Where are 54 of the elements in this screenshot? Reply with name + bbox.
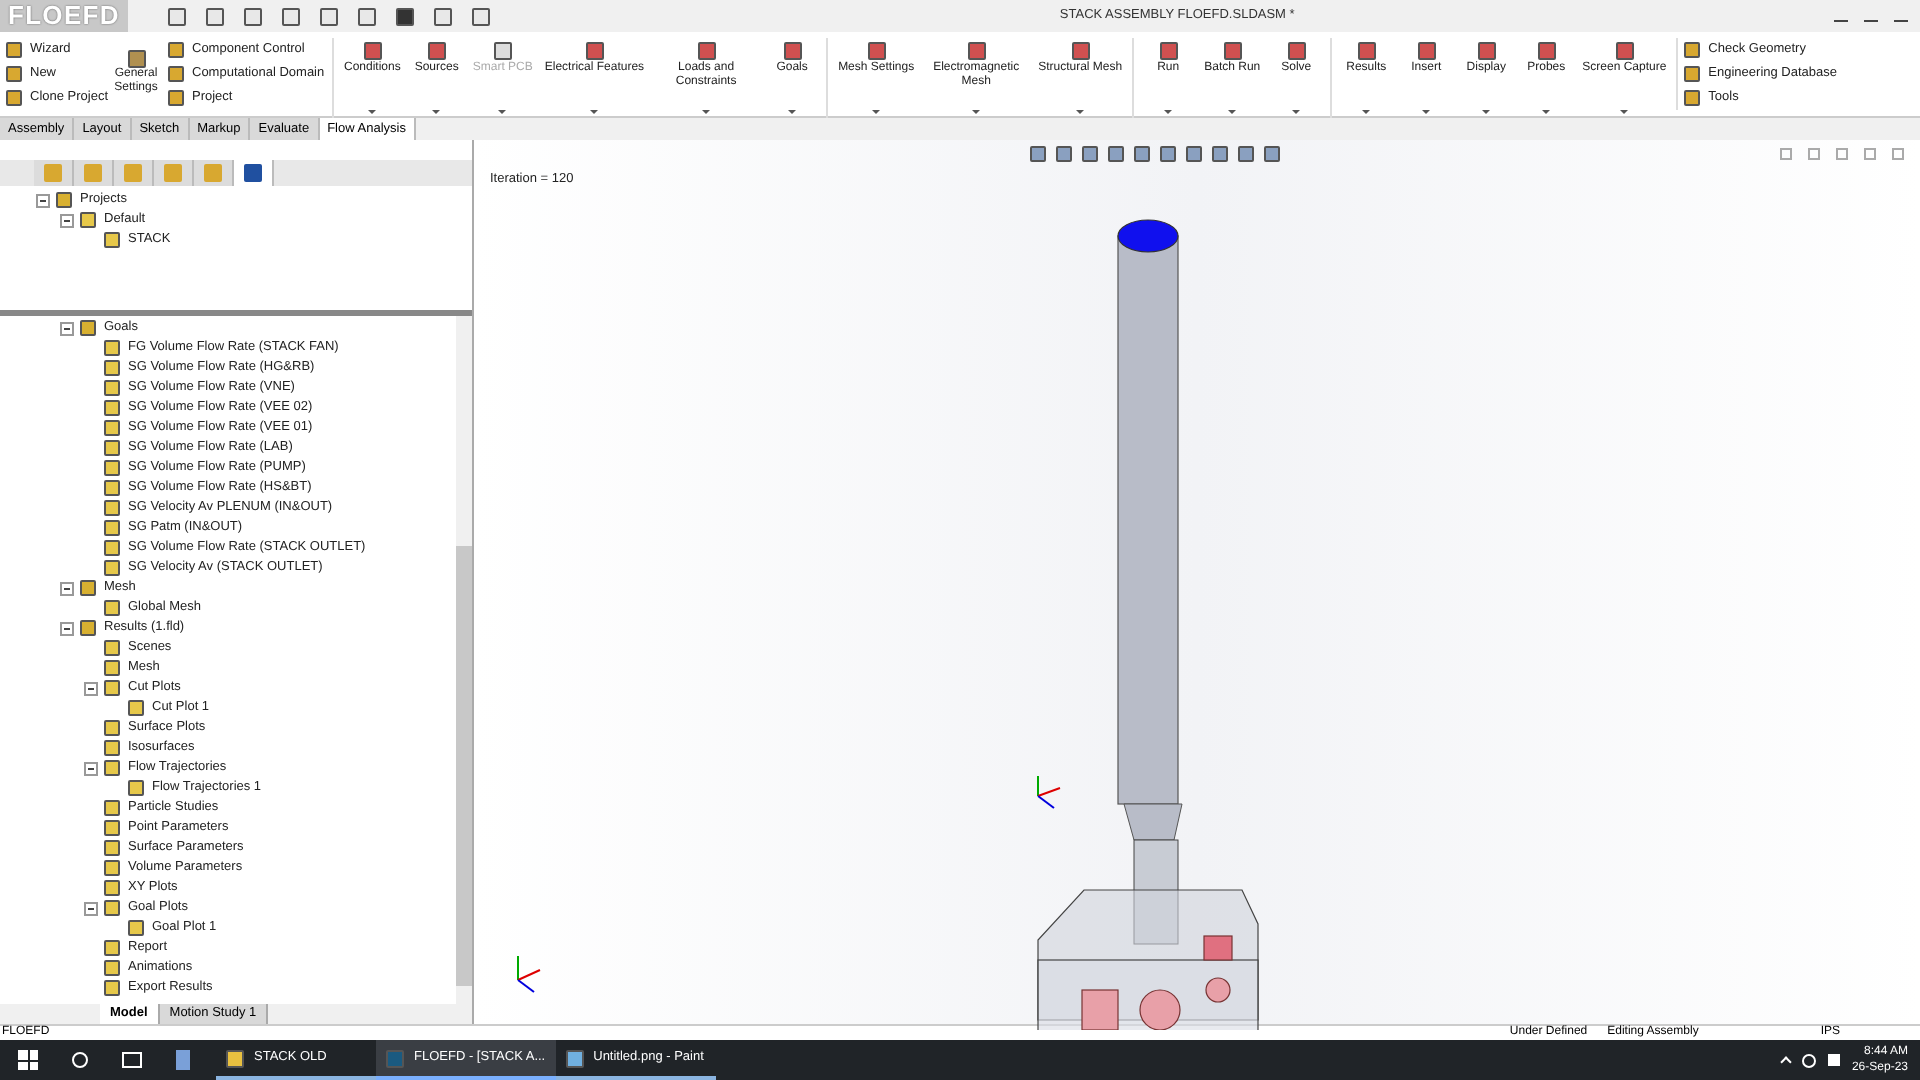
ribbon-icon [1159, 42, 1178, 60]
caret-icon [590, 110, 599, 114]
panel-tab[interactable] [234, 160, 274, 186]
app-icon [386, 1049, 404, 1067]
ribbon-icon [1223, 42, 1242, 60]
axis-triad-icon [517, 955, 541, 993]
caret-icon [1482, 110, 1491, 114]
caret-icon [368, 110, 377, 114]
ribbon-icon [867, 42, 886, 60]
caret-icon [1076, 110, 1085, 114]
ribbon-icon [1071, 42, 1090, 60]
task-view-icon[interactable] [122, 1052, 142, 1068]
ribbon-icon [127, 50, 145, 68]
start-icon[interactable] [18, 1050, 38, 1070]
caret-icon [1422, 110, 1431, 114]
chevron-up-icon[interactable] [1780, 1056, 1792, 1068]
ribbon-icon [1537, 42, 1556, 60]
ribbon-icon [363, 42, 382, 60]
collapse-icon[interactable] [60, 581, 74, 595]
collapse-icon[interactable] [60, 621, 74, 635]
ribbon-icon [1287, 42, 1306, 60]
collapse-icon[interactable] [60, 213, 74, 227]
ribbon-icon [1477, 42, 1496, 60]
caret-icon [1164, 110, 1173, 114]
ribbon-icon [493, 42, 512, 60]
ribbon-icon [697, 42, 716, 60]
collapse-icon[interactable] [36, 193, 50, 207]
collapse-icon[interactable] [84, 761, 98, 775]
caret-icon [788, 110, 797, 114]
ribbon-icon [783, 42, 802, 60]
search-icon[interactable] [72, 1052, 88, 1068]
ribbon-icon [967, 42, 986, 60]
caret-icon [432, 110, 441, 114]
caret-icon [498, 110, 507, 114]
axis-triad-icon [1037, 775, 1061, 809]
ribbon-icon [585, 42, 604, 60]
app-icon [565, 1049, 584, 1067]
caret-icon [1228, 110, 1237, 114]
caret-icon [702, 110, 711, 114]
collapse-icon[interactable] [60, 321, 74, 335]
caret-icon [1542, 110, 1551, 114]
collapse-icon[interactable] [84, 681, 98, 695]
caret-icon [872, 110, 881, 114]
caret-icon [1292, 110, 1301, 114]
ribbon-icon [1357, 42, 1376, 60]
collapse-icon[interactable] [84, 901, 98, 915]
ribbon-icon [1615, 42, 1634, 60]
caret-icon [972, 110, 981, 114]
app-icon [226, 1049, 244, 1067]
ribbon-icon [1417, 42, 1436, 60]
caret-icon [1620, 110, 1629, 114]
caret-icon [1362, 110, 1371, 114]
scrollbar[interactable] [456, 316, 472, 1004]
ribbon-icon [427, 42, 446, 60]
